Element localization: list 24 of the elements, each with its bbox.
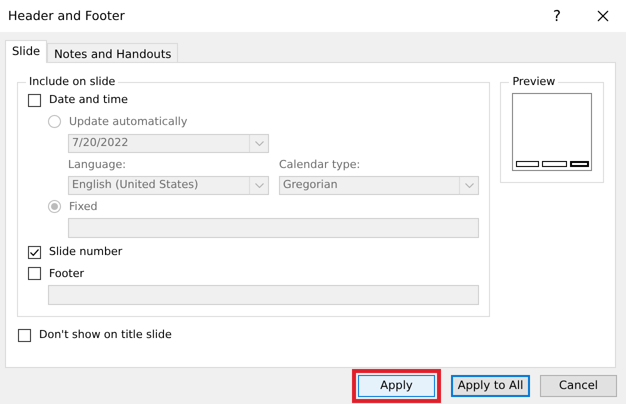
checkbox[interactable] bbox=[28, 246, 41, 259]
check-icon bbox=[29, 246, 40, 258]
tab[interactable]: Slide bbox=[5, 40, 48, 63]
checkbox-label: Date and time bbox=[49, 92, 128, 108]
field-label: Calendar type: bbox=[279, 157, 362, 173]
chevron-down-icon bbox=[254, 182, 264, 188]
chevron-down-icon bbox=[464, 182, 474, 188]
chevron-down-icon bbox=[254, 141, 264, 146]
dialog-button[interactable]: Apply bbox=[358, 375, 435, 397]
tab[interactable]: Notes and Handouts bbox=[47, 43, 178, 63]
field-label: Language: bbox=[68, 157, 127, 173]
dialog-button[interactable]: Cancel bbox=[540, 375, 617, 397]
radio-label: Fixed bbox=[69, 198, 98, 214]
checkbox-label: Slide number bbox=[49, 244, 122, 260]
window-title: Header and Footer bbox=[8, 6, 126, 25]
checkbox[interactable] bbox=[18, 328, 31, 342]
checkbox[interactable] bbox=[28, 94, 41, 107]
checkbox-label: Footer bbox=[49, 266, 84, 282]
dialog-button[interactable]: Apply to All bbox=[451, 375, 530, 397]
radio-label: Update automatically bbox=[69, 114, 188, 130]
checkbox-label: Don't show on title slide bbox=[39, 327, 172, 343]
close-icon bbox=[597, 10, 609, 22]
checkbox[interactable] bbox=[28, 267, 41, 280]
help-button[interactable]: ? bbox=[534, 0, 580, 32]
